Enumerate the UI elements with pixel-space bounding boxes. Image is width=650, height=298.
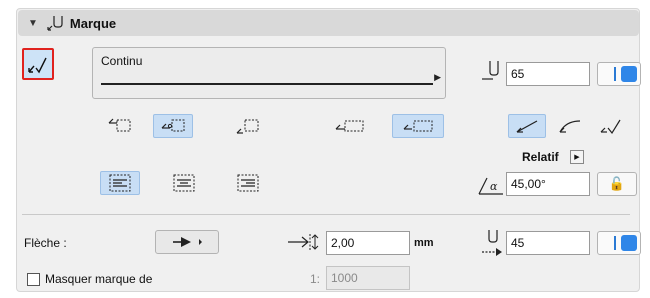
- align-left-icon: [109, 174, 131, 192]
- angle-field[interactable]: 45,00°: [506, 172, 590, 196]
- text-position-right-button[interactable]: [392, 114, 444, 138]
- align-left-button[interactable]: [100, 171, 140, 195]
- arrow-pen-color-toggle[interactable]: [597, 231, 641, 255]
- lock-button[interactable]: 🔓: [597, 172, 637, 196]
- text-position-left-icon: [335, 120, 364, 132]
- anchor-left-bottom-button[interactable]: [228, 114, 268, 138]
- section-header[interactable]: ▼ Marque: [18, 10, 639, 36]
- section-title: Marque: [69, 15, 117, 31]
- anchor-left-middle-icon: [161, 119, 185, 132]
- arrow-icon: [173, 237, 202, 247]
- anchor-left-bottom-icon: [236, 119, 259, 134]
- curved-marker-icon: [559, 120, 581, 133]
- scale-prefix: 1:: [310, 272, 321, 286]
- marker-shape-check-button[interactable]: [594, 114, 630, 138]
- text-position-right-icon: [403, 120, 433, 132]
- toggle-knob: [621, 235, 637, 251]
- anchor-left-top-icon: [108, 118, 131, 132]
- anchor-left-top-button[interactable]: [100, 114, 140, 138]
- check-shape-icon: [600, 119, 621, 135]
- align-center-button[interactable]: [164, 171, 204, 195]
- toggle-bar: [614, 67, 616, 81]
- arrow-size-icon: [286, 231, 322, 253]
- marker-shape-straight-button[interactable]: [508, 114, 546, 138]
- line-preview: [101, 83, 433, 85]
- scale-field[interactable]: 1000: [326, 266, 410, 290]
- angle-icon: α: [477, 174, 505, 196]
- marker-icon: [46, 14, 66, 32]
- size-unit: mm: [414, 237, 434, 249]
- chevron-right-icon: ▶: [434, 72, 441, 82]
- align-right-button[interactable]: [228, 171, 268, 195]
- align-center-icon: [173, 174, 195, 192]
- align-right-icon: [237, 174, 259, 192]
- relative-menu-button[interactable]: ▶: [570, 150, 584, 164]
- pen-icon: [481, 59, 503, 81]
- arrow-type-button[interactable]: [155, 230, 219, 254]
- section-divider: [22, 214, 630, 215]
- hide-marker-label: Masquer marque de: [45, 272, 153, 286]
- text-position-left-button[interactable]: [330, 114, 370, 138]
- arrow-label: Flèche :: [24, 236, 67, 250]
- line-type-label: Continu: [101, 54, 143, 68]
- toggle-bar: [614, 236, 616, 250]
- arrow-pen-icon: [480, 228, 506, 258]
- line-type-picker[interactable]: Continu ▶: [92, 47, 446, 99]
- pen-color-toggle[interactable]: [597, 62, 641, 86]
- straight-marker-icon: [516, 120, 538, 133]
- anchor-left-middle-button[interactable]: [153, 114, 193, 138]
- marker-pen-field[interactable]: 65: [506, 62, 590, 86]
- triangle-down-icon[interactable]: ▼: [28, 18, 38, 29]
- check-marker-icon: [28, 57, 47, 74]
- lock-icon: 🔓: [608, 176, 626, 191]
- angle-symbol: α: [490, 180, 498, 193]
- toggle-knob: [621, 66, 637, 82]
- relative-label: Relatif: [522, 150, 559, 164]
- arrow-pen-field[interactable]: 45: [506, 231, 590, 255]
- hide-marker-checkbox[interactable]: [27, 273, 40, 286]
- marker-shape-curved-button[interactable]: [552, 114, 588, 138]
- marker-type-button[interactable]: [22, 48, 54, 80]
- arrow-size-field[interactable]: 2,00: [326, 231, 410, 255]
